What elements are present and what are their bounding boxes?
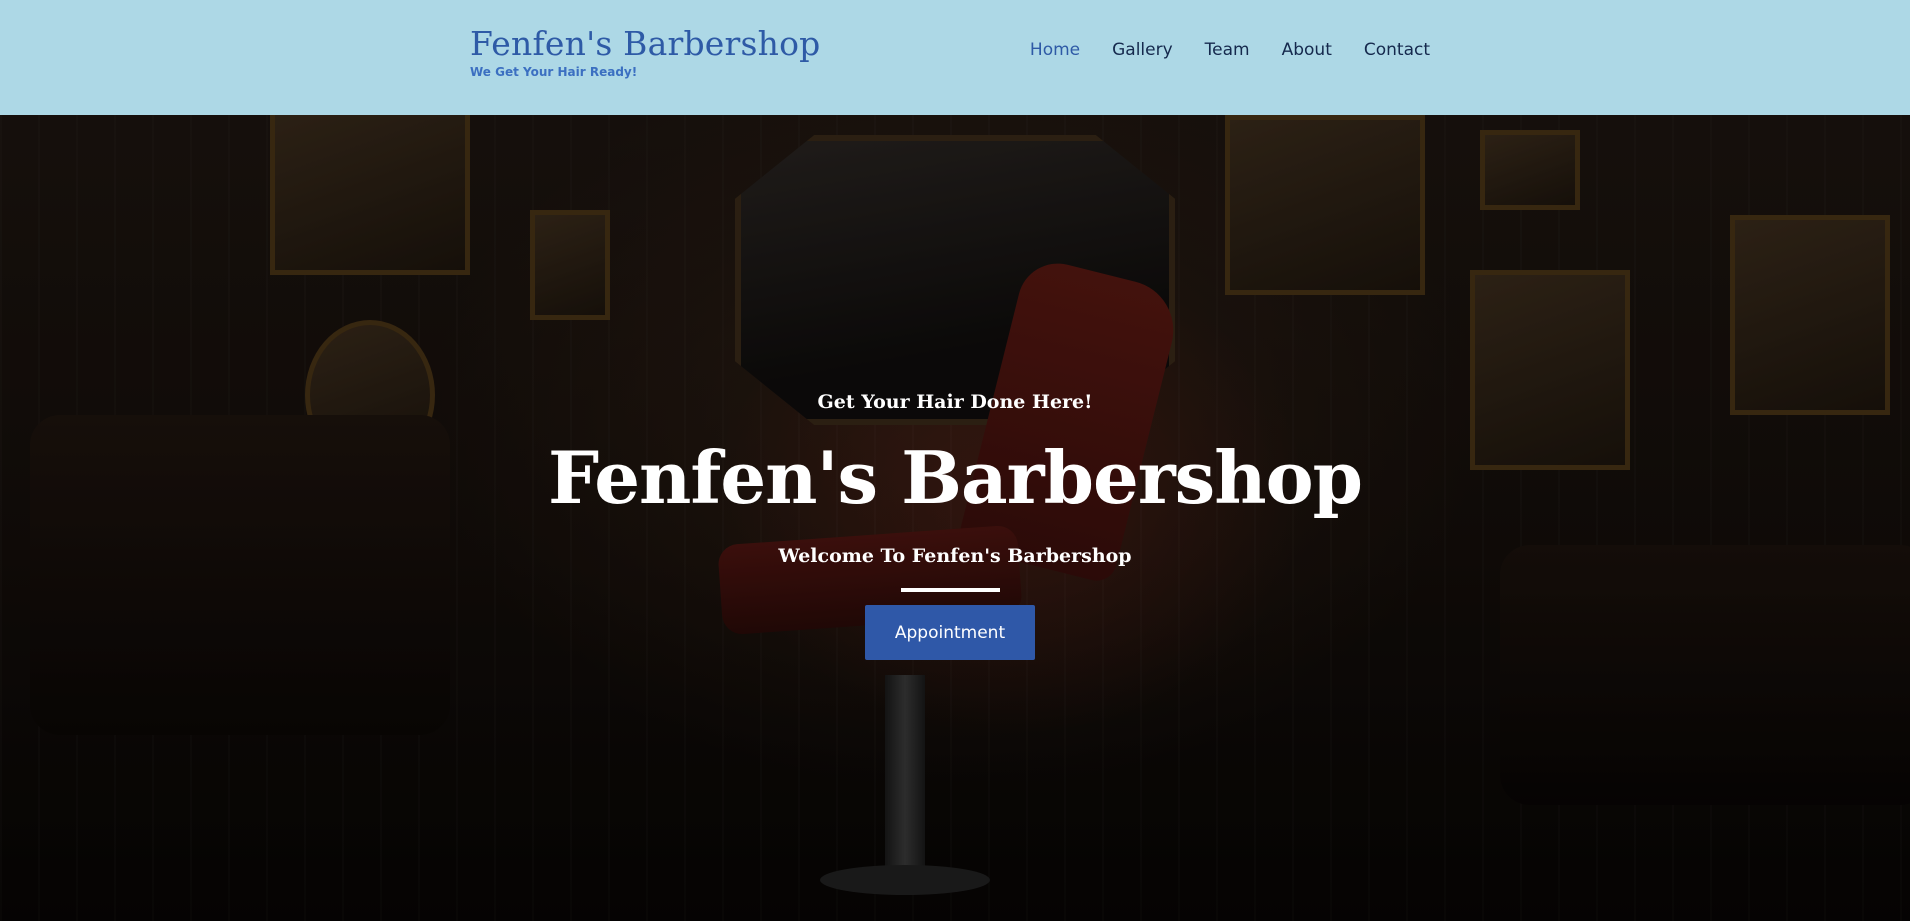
hero-section: Get Your Hair Done Here! Fenfen's Barber… bbox=[0, 115, 1910, 921]
nav-item-about[interactable]: About bbox=[1282, 40, 1332, 60]
hero-content: Get Your Hair Done Here! Fenfen's Barber… bbox=[0, 115, 1910, 921]
hero-title: Fenfen's Barbershop bbox=[548, 435, 1363, 520]
hero-subtitle: Welcome To Fenfen's Barbershop bbox=[778, 545, 1132, 567]
brand[interactable]: Fenfen's Barbershop We Get Your Hair Rea… bbox=[470, 24, 820, 79]
brand-title[interactable]: Fenfen's Barbershop bbox=[470, 24, 820, 63]
site-header: Fenfen's Barbershop We Get Your Hair Rea… bbox=[0, 0, 1910, 115]
hero-divider bbox=[901, 588, 1000, 592]
nav-item-contact[interactable]: Contact bbox=[1364, 40, 1430, 60]
main-nav: Home Gallery Team About Contact bbox=[1030, 40, 1430, 60]
hero-kicker: Get Your Hair Done Here! bbox=[817, 391, 1093, 413]
nav-item-gallery[interactable]: Gallery bbox=[1112, 40, 1173, 60]
appointment-button[interactable]: Appointment bbox=[865, 605, 1035, 660]
nav-item-team[interactable]: Team bbox=[1205, 40, 1250, 60]
nav-item-home[interactable]: Home bbox=[1030, 40, 1080, 60]
brand-tagline: We Get Your Hair Ready! bbox=[470, 65, 638, 79]
